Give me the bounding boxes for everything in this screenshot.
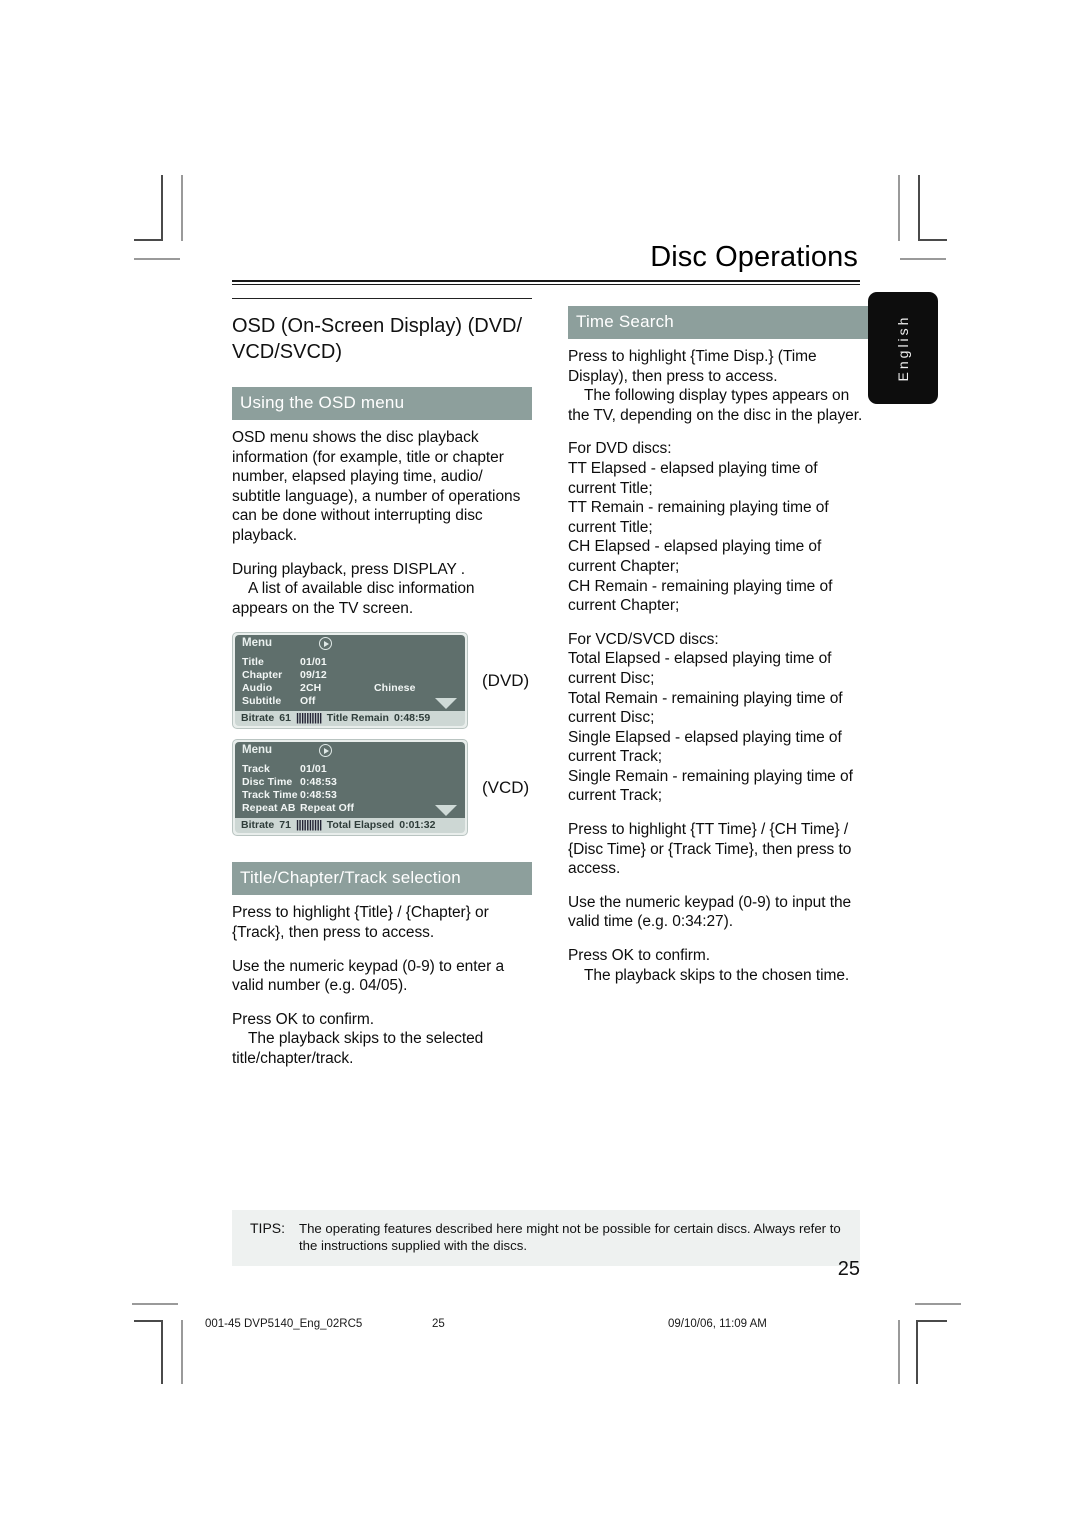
bitrate-value: 71 bbox=[279, 819, 291, 832]
osd-row-value: 0:48:53 bbox=[300, 789, 337, 802]
osd-row-key: Audio bbox=[242, 682, 273, 695]
osd-row-key: Disc Time bbox=[242, 776, 293, 789]
paragraph-time-result: The playback skips to the chosen time. bbox=[584, 966, 850, 984]
osd-row-value: 01/01 bbox=[300, 763, 327, 776]
paragraph-selection-keypad: Use the numeric keypad (0-9) to enter a … bbox=[232, 957, 505, 995]
bitrate-bars: |||||||||| bbox=[295, 819, 322, 832]
osd-caption-dvd: (DVD) bbox=[482, 670, 530, 690]
osd-panel-dvd: Menu Title 01/01 Chapter 09/12 Audio 2CH… bbox=[232, 632, 468, 730]
heading-for-vcd-svcd-discs: For VCD/SVCD discs: bbox=[568, 630, 719, 648]
osd-row-extra: Chinese bbox=[374, 682, 416, 695]
paragraph-display-types: The following display types appears on t… bbox=[568, 387, 863, 424]
page-header: Disc Operations bbox=[232, 240, 860, 285]
osd-row-key: Track bbox=[242, 763, 270, 776]
chevron-down-icon bbox=[435, 698, 457, 710]
osd-row-key: Subtitle bbox=[242, 695, 282, 708]
chevron-down-icon bbox=[435, 805, 457, 817]
page-title: Disc Operations bbox=[650, 241, 858, 273]
osd-row-key: Chapter bbox=[242, 669, 283, 682]
osd-menu-label-vcd: Menu bbox=[242, 744, 273, 757]
document-page: Disc Operations English OSD (On-Screen D… bbox=[0, 0, 1080, 1528]
osd-row: Subtitle Off bbox=[242, 695, 458, 708]
print-footer-filename: 001-45 DVP5140_Eng_02RC5 bbox=[205, 1318, 363, 1330]
osd-footer-dvd: Bitrate 61 |||||||||| Title Remain 0:48:… bbox=[235, 711, 465, 727]
play-icon bbox=[319, 637, 332, 651]
osd-panel-vcd: Menu Track 01/01 Disc Time 0:48:53 Track… bbox=[232, 739, 468, 837]
tips-label: TIPS: bbox=[250, 1220, 286, 1236]
section-rule bbox=[232, 298, 532, 299]
list-item: TT Elapsed - elapsed playing time of cur… bbox=[568, 459, 818, 497]
paragraph-time-ok: Press OK to confirm. bbox=[568, 947, 710, 965]
list-item: CH Elapsed - elapsed playing time of cur… bbox=[568, 538, 822, 575]
osd-row-value: 01/01 bbox=[300, 656, 327, 669]
band-using-the-osd-menu: Using the OSD menu bbox=[232, 387, 532, 420]
osd-screenshot-dvd: Menu Title 01/01 Chapter 09/12 Audio 2CH… bbox=[232, 632, 532, 730]
list-item: TT Remain - remaining playing time of cu… bbox=[568, 499, 829, 536]
osd-footer-vcd: Bitrate 71 |||||||||| Total Elapsed 0:01… bbox=[235, 818, 465, 834]
osd-rows-vcd: Track 01/01 Disc Time 0:48:53 Track Time… bbox=[235, 759, 465, 819]
paragraph-disc-info-list: A list of available disc information app… bbox=[232, 580, 475, 617]
paragraph-time-press: Press to highlight {TT Time} / {CH Time}… bbox=[568, 821, 852, 878]
page-number: 25 bbox=[837, 1258, 860, 1280]
paragraph-time-keypad: Use the numeric keypad (0-9) to input th… bbox=[568, 893, 852, 931]
osd-row: Track 01/01 bbox=[242, 763, 458, 776]
left-column: OSD (On-Screen Display) (DVD/ VCD/SVCD) … bbox=[232, 298, 532, 1083]
osd-row-value: 09/12 bbox=[300, 669, 327, 682]
band-title-chapter-track-selection: Title/Chapter/Track selection bbox=[232, 862, 532, 896]
osd-header-dvd: Menu bbox=[235, 635, 465, 653]
bitrate-label: Bitrate bbox=[241, 712, 275, 725]
paragraph-selection-ok: Press OK to confirm. bbox=[232, 1010, 374, 1028]
language-tab: English bbox=[868, 292, 938, 404]
list-item: Total Elapsed - elapsed playing time of … bbox=[568, 650, 832, 687]
osd-time-label: Total Elapsed bbox=[326, 819, 395, 832]
bitrate-bars: |||||||||| bbox=[295, 712, 322, 725]
osd-time-label: Title Remain bbox=[326, 712, 389, 725]
list-item: Total Remain - remaining playing time of… bbox=[568, 689, 843, 727]
section-title-osd: OSD (On-Screen Display) (DVD/ VCD/SVCD) bbox=[232, 315, 523, 363]
osd-row-key: Track Time bbox=[242, 789, 298, 802]
band-time-search: Time Search bbox=[568, 306, 868, 339]
print-footer-date: 09/10/06, 11:09 AM bbox=[668, 1318, 767, 1330]
paragraph-press-display: During playback, press DISPLAY . bbox=[232, 560, 466, 578]
osd-row: Chapter 09/12 bbox=[242, 669, 458, 682]
paragraph-selection-result: The playback skips to the selected title… bbox=[232, 1030, 484, 1067]
osd-row-key: Title bbox=[242, 656, 264, 669]
osd-row: Track Time 0:48:53 bbox=[242, 789, 458, 802]
paragraph-selection-press: Press to highlight {Title} / {Chapter} o… bbox=[232, 904, 489, 941]
right-column: Time Search Press to highlight {Time Dis… bbox=[568, 298, 868, 999]
osd-row-value: Repeat Off bbox=[300, 802, 355, 815]
bitrate-value: 61 bbox=[279, 712, 291, 725]
osd-row-value: 2CH bbox=[300, 682, 322, 695]
header-divider bbox=[232, 280, 860, 285]
list-item: CH Remain - remaining playing time of cu… bbox=[568, 577, 833, 615]
osd-time-value: 0:01:32 bbox=[399, 819, 436, 832]
osd-screenshot-vcd: Menu Track 01/01 Disc Time 0:48:53 Track… bbox=[232, 739, 532, 837]
osd-row-key: Repeat AB bbox=[242, 802, 296, 815]
osd-time-value: 0:48:59 bbox=[393, 712, 431, 725]
osd-menu-label-dvd: Menu bbox=[242, 637, 273, 650]
print-footer-page: 25 bbox=[432, 1318, 445, 1330]
paragraph-time-disp-press: Press to highlight {Time Disp.} (Time Di… bbox=[568, 348, 817, 385]
heading-for-dvd-discs: For DVD discs: bbox=[568, 440, 672, 458]
tips-text: The operating features described here mi… bbox=[299, 1221, 841, 1253]
osd-row: Disc Time 0:48:53 bbox=[242, 776, 458, 789]
osd-row: Repeat AB Repeat Off bbox=[242, 802, 458, 815]
osd-row-value: Off bbox=[300, 695, 316, 708]
osd-row-value: 0:48:53 bbox=[300, 776, 337, 789]
osd-row: Audio 2CH Chinese bbox=[242, 682, 458, 695]
list-item: Single Remain - remaining playing time o… bbox=[568, 767, 853, 805]
tips-box: TIPS: The operating features described h… bbox=[232, 1210, 860, 1266]
bitrate-label: Bitrate bbox=[241, 819, 275, 832]
language-tab-label: English bbox=[895, 314, 911, 382]
osd-rows-dvd: Title 01/01 Chapter 09/12 Audio 2CH Chin… bbox=[235, 652, 465, 712]
play-icon bbox=[319, 744, 332, 758]
osd-row: Title 01/01 bbox=[242, 656, 458, 669]
osd-header-vcd: Menu bbox=[235, 742, 465, 760]
osd-caption-vcd: (VCD) bbox=[482, 777, 530, 797]
list-item: Single Elapsed - elapsed playing time of… bbox=[568, 728, 842, 766]
paragraph-osd-intro: OSD menu shows the disc playback informa… bbox=[232, 429, 521, 544]
print-footer: 001-45 DVP5140_Eng_02RC5 25 09/10/06, 11… bbox=[0, 1318, 1080, 1338]
